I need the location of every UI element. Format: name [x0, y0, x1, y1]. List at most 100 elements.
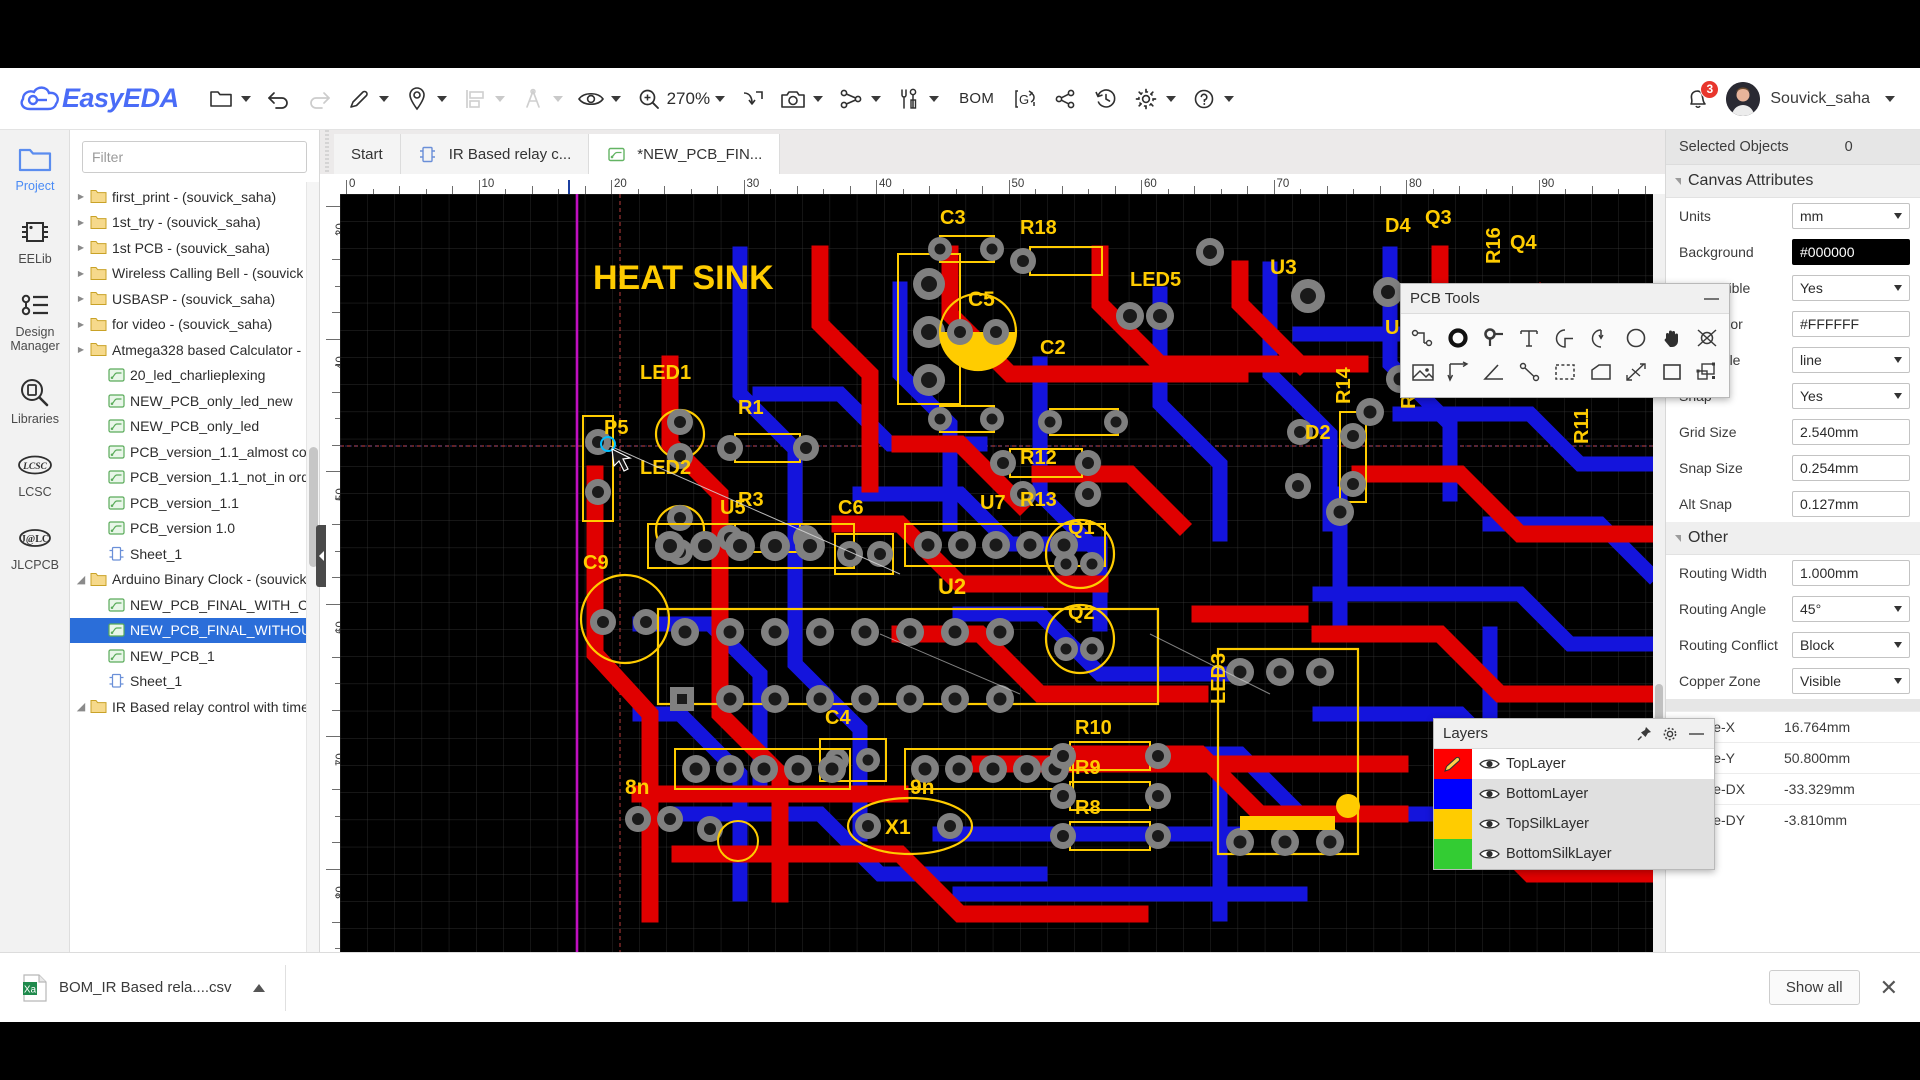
- section-header-canvas-attributes[interactable]: Canvas Attributes: [1666, 165, 1920, 198]
- locate-tool-button[interactable]: [397, 79, 455, 119]
- layers-panel[interactable]: Layers TopLayer BottomLayer TopSilkLayer Bo…: [1433, 718, 1715, 870]
- tree-file[interactable]: NEW_PCB_only_led: [70, 414, 319, 440]
- layer-color-swatch[interactable]: [1434, 749, 1472, 779]
- tree-folder[interactable]: ▶ for video - (souvick_saha): [70, 312, 319, 338]
- avatar[interactable]: [1726, 81, 1761, 116]
- rail-item-eelib[interactable]: EELib: [0, 203, 70, 276]
- hand-icon[interactable]: [1654, 321, 1690, 355]
- tree-folder[interactable]: ▶ USBASP - (souvick_saha): [70, 286, 319, 312]
- expand-arrow-icon[interactable]: ▶: [74, 218, 88, 227]
- property-select[interactable]: 45°: [1792, 596, 1910, 622]
- arc-reverse-icon[interactable]: [1583, 321, 1619, 355]
- draw-tool-button[interactable]: [339, 79, 397, 119]
- net-tool-button[interactable]: [831, 79, 889, 119]
- username-label[interactable]: Souvick_saha: [1770, 90, 1870, 108]
- eye-icon[interactable]: [1472, 787, 1506, 801]
- tree-folder[interactable]: ▶ 1st PCB - (souvick_saha): [70, 235, 319, 261]
- expand-arrow-icon[interactable]: ◢: [74, 573, 88, 586]
- rect-icon[interactable]: [1654, 355, 1690, 389]
- eye-icon[interactable]: [1472, 817, 1506, 831]
- file-menu-button[interactable]: [201, 79, 259, 119]
- minimize-icon[interactable]: [1703, 294, 1720, 304]
- property-input[interactable]: 0.254mm: [1792, 455, 1910, 481]
- tree-file[interactable]: PCB_version_1.1: [70, 490, 319, 516]
- tree-file[interactable]: PCB_version_1.1_not_in orde: [70, 465, 319, 491]
- rail-item-libraries[interactable]: Libraries: [0, 363, 70, 436]
- tree-folder[interactable]: ◢ Arduino Binary Clock - (souvick: [70, 567, 319, 593]
- export-button[interactable]: [733, 79, 773, 119]
- close-icon[interactable]: ✕: [1880, 976, 1898, 999]
- expand-arrow-icon[interactable]: ▶: [74, 320, 88, 329]
- pin-icon[interactable]: [1637, 726, 1652, 741]
- visibility-tool-button[interactable]: [571, 79, 629, 119]
- gerber-button[interactable]: G: [1006, 79, 1046, 119]
- tree-file[interactable]: 20_led_charlieplexing: [70, 363, 319, 389]
- arc-icon[interactable]: [1547, 321, 1583, 355]
- show-all-button[interactable]: Show all: [1768, 970, 1860, 1005]
- notifications-button[interactable]: 3: [1682, 79, 1720, 116]
- layer-color-swatch[interactable]: [1434, 839, 1472, 869]
- tree-file[interactable]: NEW_PCB_FINAL_WITH_CO: [70, 592, 319, 618]
- eye-icon[interactable]: [1472, 757, 1506, 771]
- expand-arrow-icon[interactable]: ▶: [74, 345, 88, 354]
- select-region-icon[interactable]: [1547, 355, 1583, 389]
- expand-arrow-icon[interactable]: ◢: [74, 700, 88, 713]
- pcb-tools-titlebar[interactable]: PCB Tools: [1401, 284, 1729, 314]
- polyline-icon[interactable]: [1512, 355, 1548, 389]
- layer-row[interactable]: TopLayer: [1434, 749, 1714, 779]
- track-icon[interactable]: [1405, 321, 1441, 355]
- tree-file[interactable]: Sheet_1: [70, 669, 319, 695]
- measure-tool-button[interactable]: [513, 79, 571, 119]
- rail-item-design-manager[interactable]: Design Manager: [0, 276, 70, 363]
- history-button[interactable]: [1086, 79, 1126, 119]
- property-input[interactable]: 0.127mm: [1792, 491, 1910, 517]
- rail-item-jlcpcb[interactable]: J@LC JLCPCB: [0, 509, 70, 582]
- expand-arrow-icon[interactable]: ▶: [74, 294, 88, 303]
- expand-arrow-icon[interactable]: ▶: [74, 192, 88, 201]
- tab-start[interactable]: Start: [334, 134, 401, 174]
- expand-arrow-icon[interactable]: ▶: [74, 243, 88, 252]
- property-select[interactable]: Yes: [1792, 383, 1910, 409]
- text-icon[interactable]: [1512, 321, 1548, 355]
- drag-icon[interactable]: [1689, 321, 1725, 355]
- align-tool-button[interactable]: [455, 79, 513, 119]
- horizontal-ruler[interactable]: 0 10 20 30 40 50 60 70 80 90: [320, 174, 1665, 194]
- tools-button[interactable]: [889, 79, 947, 119]
- via-icon[interactable]: [1476, 321, 1512, 355]
- section-header-other[interactable]: Other: [1666, 522, 1920, 555]
- zoom-control[interactable]: 270%: [629, 79, 733, 119]
- rail-item-project[interactable]: Project: [0, 130, 70, 203]
- download-item[interactable]: Xa BOM_IR Based rela....csv: [22, 973, 265, 1002]
- share-button[interactable]: [1046, 79, 1086, 119]
- layer-row[interactable]: BottomSilkLayer: [1434, 839, 1714, 869]
- image-icon[interactable]: [1405, 355, 1441, 389]
- tree-file[interactable]: NEW_PCB_only_led_new: [70, 388, 319, 414]
- tree-folder[interactable]: ◢ IR Based relay control with time: [70, 694, 319, 720]
- property-select[interactable]: Block: [1792, 632, 1910, 658]
- expand-arrow-icon[interactable]: ▶: [74, 269, 88, 278]
- property-select[interactable]: line: [1792, 347, 1910, 373]
- settings-button[interactable]: [1126, 79, 1184, 119]
- layer-row[interactable]: TopSilkLayer: [1434, 809, 1714, 839]
- layer-color-swatch[interactable]: [1434, 809, 1472, 839]
- undo-button[interactable]: [259, 79, 299, 119]
- layer-color-swatch[interactable]: [1434, 779, 1472, 809]
- pcb-tools-panel[interactable]: PCB Tools: [1400, 283, 1730, 398]
- panel-collapse-handle[interactable]: [316, 525, 326, 587]
- copper-area-icon[interactable]: [1583, 355, 1619, 389]
- layers-titlebar[interactable]: Layers: [1434, 719, 1714, 749]
- filter-input[interactable]: [82, 141, 307, 173]
- tab-schematic[interactable]: IR Based relay c...: [400, 134, 590, 174]
- tree-file[interactable]: NEW_PCB_FINAL_WITHOUT: [70, 617, 319, 643]
- photo-button[interactable]: [773, 79, 831, 119]
- property-input[interactable]: #FFFFFF: [1792, 311, 1910, 337]
- easyeda-logo[interactable]: EasyEDA: [18, 83, 179, 114]
- pad-icon[interactable]: [1441, 321, 1477, 355]
- eye-icon[interactable]: [1472, 847, 1506, 861]
- minimize-icon[interactable]: [1688, 729, 1705, 739]
- property-input[interactable]: 2.540mm: [1792, 419, 1910, 445]
- tree-folder[interactable]: ▶ 1st_try - (souvick_saha): [70, 210, 319, 236]
- tree-folder[interactable]: ▶ Wireless Calling Bell - (souvick: [70, 261, 319, 287]
- help-button[interactable]: [1184, 79, 1242, 119]
- rail-item-lcsc[interactable]: LCSC LCSC: [0, 436, 70, 509]
